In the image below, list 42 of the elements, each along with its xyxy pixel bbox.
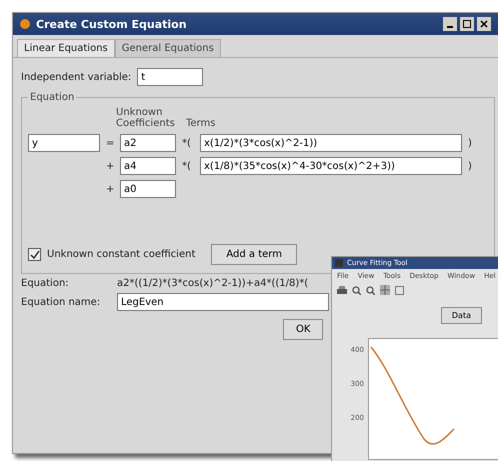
column-heading: Unknown Coefficients — [116, 107, 176, 129]
input-field[interactable]: x(1/8)*(35*cos(x)^4-30*cos(x)^2+3)) — [200, 157, 462, 175]
checkbox[interactable] — [28, 248, 41, 261]
input-field[interactable]: LegEven — [117, 293, 329, 311]
input-field[interactable]: t — [137, 68, 204, 86]
input-field[interactable]: a4 — [120, 157, 176, 175]
field-label: Equation: — [21, 278, 70, 289]
app-icon — [19, 18, 31, 30]
parenthesis-text: *( — [182, 138, 192, 148]
grid-icon[interactable] — [380, 285, 390, 295]
maximize-button[interactable] — [460, 17, 474, 31]
parenthesis-text: ) — [468, 160, 473, 172]
field-label: Equation name: — [21, 296, 102, 308]
close-icon — [480, 20, 488, 28]
operator-sign: + — [106, 160, 114, 172]
tab[interactable]: Linear Equations — [17, 39, 115, 57]
parenthesis-text: ) — [468, 138, 473, 148]
equation-text: a2*((1/2)*(3*cos(x)^2-1))+a4*((1/8)*( — [117, 278, 308, 289]
input-field[interactable]: x(1/2)*(3*cos(x)^2-1)) — [200, 134, 462, 152]
add-term-button[interactable]: Add a term — [211, 244, 297, 265]
operator-sign: = — [106, 138, 114, 148]
input-field[interactable]: y — [28, 134, 100, 152]
input-field[interactable]: a2 — [120, 134, 176, 152]
minimize-button[interactable] — [443, 17, 457, 31]
ok-button[interactable]: OK — [283, 319, 324, 340]
column-heading: Terms — [186, 118, 216, 129]
checkbox-label: Unknown constant coefficient — [47, 249, 196, 260]
app-icon — [335, 259, 343, 267]
window-title: Create Custom Equation — [36, 18, 187, 30]
input-field[interactable]: a0 — [120, 180, 176, 198]
group-title: Equation — [29, 92, 76, 103]
data-button[interactable]: Data — [440, 307, 482, 324]
printer-icon[interactable] — [337, 286, 347, 294]
zoom-in-icon[interactable] — [352, 286, 361, 294]
zoom-out-icon[interactable] — [366, 286, 375, 294]
parenthesis-text: *( — [182, 160, 192, 172]
legend-icon[interactable] — [395, 286, 404, 294]
operator-sign: + — [106, 184, 114, 194]
maximize-icon — [463, 20, 471, 28]
tab[interactable]: General Equations — [114, 39, 221, 57]
close-button[interactable] — [477, 17, 491, 31]
field-label: Independent variable: — [21, 72, 132, 82]
